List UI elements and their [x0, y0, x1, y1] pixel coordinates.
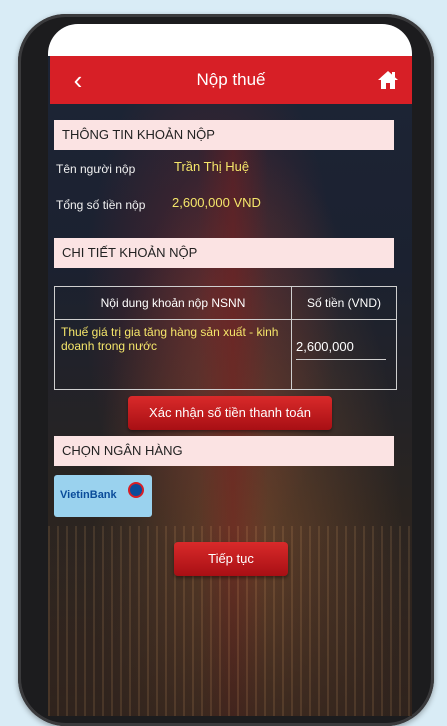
- table-cell-amount: 2,600,000: [292, 320, 396, 389]
- table-header-content: Nội dung khoản nộp NSNN: [55, 287, 292, 320]
- table-header-amount: Số tiền (VND): [292, 287, 396, 320]
- back-button[interactable]: ‹: [64, 66, 92, 94]
- page-title: Nộp thuế: [196, 70, 266, 89]
- table-cell-content: Thuế giá trị gia tăng hàng sản xuất - ki…: [55, 320, 292, 389]
- payment-table: Nội dung khoản nộp NSNN Số tiền (VND) Th…: [54, 286, 397, 390]
- app-header: ‹ Nộp thuế: [50, 56, 412, 104]
- payer-label: Tên người nộp: [56, 162, 136, 176]
- payer-name: Trần Thị Huệ: [174, 159, 250, 174]
- amount-field[interactable]: 2,600,000: [296, 335, 386, 360]
- section-payment-info: THÔNG TIN KHOẢN NỘP: [54, 120, 394, 150]
- chevron-left-icon: ‹: [73, 65, 83, 95]
- bank-name: VietinBank: [60, 489, 117, 501]
- section-choose-bank: CHỌN NGÂN HÀNG: [54, 436, 394, 466]
- continue-button[interactable]: Tiếp tục: [174, 542, 288, 576]
- home-button[interactable]: [376, 68, 400, 92]
- app-screen: ‹ Nộp thuế THÔNG TIN KHOẢN NỘP Tên người…: [48, 24, 412, 716]
- confirm-amount-button[interactable]: Xác nhận số tiền thanh toán: [128, 396, 332, 430]
- total-label: Tổng số tiền nộp: [56, 198, 146, 212]
- bank-option-vietinbank[interactable]: VietinBank: [54, 475, 152, 517]
- total-amount: 2,600,000 VND: [172, 195, 261, 210]
- vietinbank-logo-icon: [128, 482, 144, 498]
- home-icon: [378, 71, 398, 89]
- status-area: [48, 24, 412, 56]
- section-payment-detail: CHI TIẾT KHOẢN NỘP: [54, 238, 394, 268]
